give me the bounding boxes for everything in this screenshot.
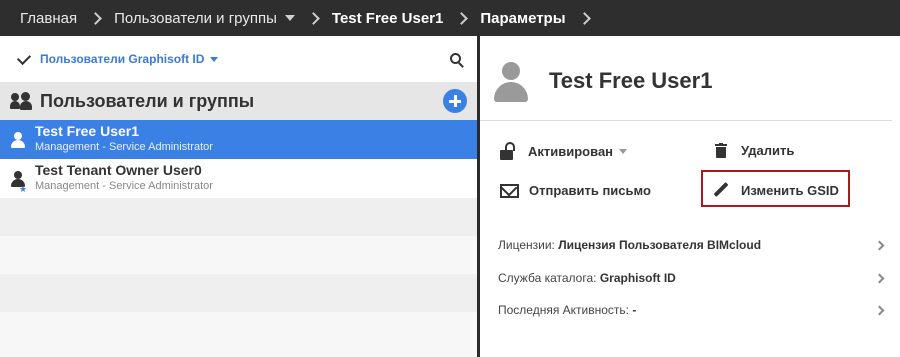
catalog-value: Graphisoft ID [599,271,676,285]
filter-dropdown[interactable]: Пользователи Graphisoft ID [40,52,204,66]
activity-value: - [632,303,637,317]
catalog-row[interactable]: Служба каталога: Graphisoft ID [498,271,676,285]
chevron-down-icon [619,148,628,154]
send-mail-button[interactable]: Отправить письмо [500,183,651,198]
activity-row[interactable]: Последняя Активность: - [498,303,636,317]
breadcrumb-users-groups[interactable]: Пользователи и группы [114,10,277,27]
activity-label: Последняя Активность: [498,303,630,317]
user-name: Test Tenant Owner User0 [35,162,202,178]
license-row[interactable]: Лицензии: Лицензия Пользователя BIMcloud [498,238,761,252]
license-label: Лицензии: [498,238,555,252]
list-item[interactable]: ★ Test Tenant Owner User0 Management - S… [0,159,477,198]
filter-bar: Пользователи Graphisoft ID [0,36,477,82]
check-icon [16,50,32,65]
avatar [494,62,528,102]
chevron-right-icon[interactable] [874,305,885,316]
edit-gsid-button[interactable]: Изменить GSID [713,182,839,198]
delete-button[interactable]: Удалить [715,143,794,158]
empty-row [0,312,477,357]
chevron-down-icon[interactable] [284,15,295,21]
user-role: Management - Service Administrator [35,141,213,153]
empty-row [0,274,477,312]
users-icon [10,92,32,110]
breadcrumb-user[interactable]: Test Free User1 [332,10,443,27]
add-user-button[interactable] [443,89,467,113]
status-label: Активирован [528,143,614,159]
user-details-panel: Test Free User1 Активирован Удалить Отпр… [480,36,900,357]
send-mail-label: Отправить письмо [529,183,651,198]
catalog-label: Служба каталога: [498,271,597,285]
breadcrumb-home[interactable]: Главная [20,10,77,27]
breadcrumb-params[interactable]: Параметры [480,10,565,27]
mail-icon [500,183,519,198]
pencil-icon [713,182,729,198]
chevron-right-icon[interactable] [874,240,885,251]
group-header: Пользователи и группы [0,82,477,120]
users-panel: Пользователи Graphisoft ID Пользователи … [0,36,477,357]
empty-row [0,198,477,236]
delete-label: Удалить [741,143,795,158]
group-title: Пользователи и группы [40,90,255,111]
status-dropdown[interactable]: Активирован [500,142,628,160]
star-icon: ★ [19,184,28,194]
user-role: Management - Service Administrator [35,180,213,192]
edit-gsid-label: Изменить GSID [741,182,839,198]
divider [480,120,892,121]
chevron-right-icon[interactable] [874,273,885,284]
list-item[interactable]: Test Free User1 Management - Service Adm… [0,120,477,159]
chevron-right-icon [307,11,320,25]
empty-row [0,236,477,274]
unlock-icon [500,142,518,160]
chevron-right-icon [89,11,102,25]
user-icon [11,132,25,148]
breadcrumb: Главная Пользователи и группы Test Free … [0,0,900,36]
license-value: Лицензия Пользователя BIMcloud [558,238,762,252]
user-name: Test Free User1 [35,123,140,139]
page-title: Test Free User1 [549,68,713,93]
chevron-down-icon[interactable] [210,56,219,62]
chevron-right-icon [455,11,469,25]
chevron-right-icon [577,11,591,25]
search-icon[interactable] [450,53,461,64]
trash-icon [715,143,727,158]
